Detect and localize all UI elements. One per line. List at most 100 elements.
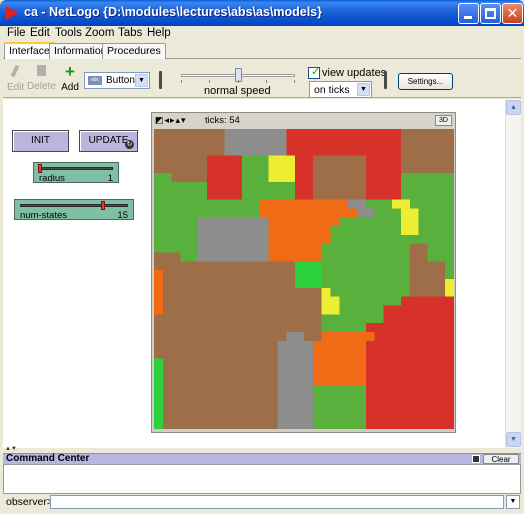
tab-interface[interactable]: Interface [4, 42, 55, 60]
splitter-arrows-icon[interactable]: ▲▼ [5, 446, 17, 452]
patch [251, 270, 261, 280]
slider-thumb[interactable] [101, 201, 105, 210]
num-states-slider[interactable]: num-states 15 [14, 199, 134, 221]
patch [383, 393, 393, 404]
slider-track[interactable] [20, 204, 128, 207]
view-updates-checkbox[interactable]: ✓ [308, 66, 320, 79]
maximize-icon [485, 8, 496, 19]
patch [259, 331, 270, 342]
close-button[interactable]: ✕ [502, 3, 523, 24]
patch [427, 137, 437, 148]
patch [286, 402, 296, 412]
update-button[interactable]: UPDATE ↻ [79, 130, 138, 152]
patch [233, 384, 243, 395]
widget-type-select[interactable]: abc Button ▼ [84, 72, 150, 89]
world-view[interactable]: ◩◂▸▴▾ ticks: 54 3D [151, 112, 456, 433]
patch [383, 164, 393, 174]
patch [312, 226, 323, 236]
patch [321, 358, 332, 368]
patch [339, 129, 349, 139]
patch [215, 411, 226, 421]
patch [180, 252, 190, 262]
patch [339, 296, 349, 307]
patch [312, 234, 323, 245]
delete-tool[interactable]: Delete [27, 65, 56, 92]
add-tool[interactable]: + Add [61, 63, 79, 93]
menu-help[interactable]: Help [147, 27, 171, 39]
title-bar[interactable]: ca - NetLogo {D:\modules\lectures\abs\as… [0, 0, 524, 26]
maximize-button[interactable] [480, 3, 501, 24]
slider-track[interactable] [39, 167, 113, 170]
patch [259, 393, 270, 404]
slider-thumb[interactable] [38, 164, 42, 173]
patch [251, 384, 261, 395]
patch [295, 155, 305, 165]
scroll-up-icon[interactable]: ▲ [506, 100, 521, 115]
patch [392, 146, 402, 157]
menu-file[interactable]: File [7, 27, 26, 39]
agent-prompt[interactable]: observer> [6, 496, 53, 508]
patch [436, 243, 446, 254]
patch [418, 243, 429, 254]
patch [277, 314, 287, 324]
update-mode-value: on ticks [314, 84, 350, 96]
patch [401, 358, 411, 368]
patch [215, 393, 226, 404]
patch [162, 173, 173, 183]
menu-tabs[interactable]: Tabs [118, 27, 142, 39]
patch [374, 243, 385, 254]
patch [321, 331, 332, 342]
patch [198, 217, 208, 227]
view-control-icons[interactable]: ◩◂▸▴▾ [155, 115, 187, 126]
patch [304, 376, 314, 386]
init-button[interactable]: INIT [12, 130, 69, 152]
view-3d-button[interactable]: 3D [435, 115, 452, 126]
command-input[interactable] [50, 495, 504, 509]
chevron-down-icon[interactable]: ▼ [357, 83, 370, 96]
hide-pane-icon[interactable] [472, 455, 480, 463]
patch [401, 340, 411, 351]
menu-edit[interactable]: Edit [30, 27, 50, 39]
patch [356, 146, 367, 157]
minimize-button[interactable] [458, 3, 479, 24]
world-patches[interactable] [154, 129, 454, 429]
patch [401, 208, 411, 218]
patch [215, 129, 226, 139]
edit-tool[interactable]: Edit [7, 64, 24, 93]
patch [180, 411, 190, 421]
patch [383, 181, 393, 192]
update-mode-select[interactable]: on ticks ▼ [309, 81, 372, 98]
chevron-down-icon[interactable]: ▼ [135, 74, 148, 87]
patch [268, 314, 279, 324]
history-dropdown-icon[interactable]: ▼ [506, 495, 520, 509]
patch [374, 261, 385, 271]
patch [436, 305, 446, 315]
patch [348, 234, 358, 245]
vertical-scrollbar[interactable]: ▲ ▼ [505, 99, 521, 448]
patch [304, 287, 314, 298]
patch [171, 349, 182, 360]
patch [436, 181, 446, 192]
patch [206, 226, 217, 236]
patch [409, 323, 420, 333]
radius-slider[interactable]: radius 1 [33, 162, 119, 184]
menu-tools[interactable]: Tools [55, 27, 82, 39]
menu-zoom[interactable]: Zoom [85, 27, 114, 39]
scroll-down-icon[interactable]: ▼ [506, 432, 521, 447]
patch [162, 384, 173, 395]
patch [233, 190, 243, 201]
patch [268, 349, 279, 360]
patch [392, 129, 402, 139]
patch [445, 252, 454, 262]
patch [427, 146, 437, 157]
tab-procedures[interactable]: Procedures [102, 43, 166, 59]
patch [180, 305, 190, 315]
patch [312, 208, 323, 218]
command-output[interactable] [3, 464, 521, 494]
clear-button[interactable]: Clear [483, 454, 519, 464]
patch [304, 340, 314, 351]
settings-button[interactable]: Settings... [398, 73, 453, 90]
patch [436, 287, 446, 298]
patch [348, 137, 358, 148]
patch [365, 190, 376, 201]
